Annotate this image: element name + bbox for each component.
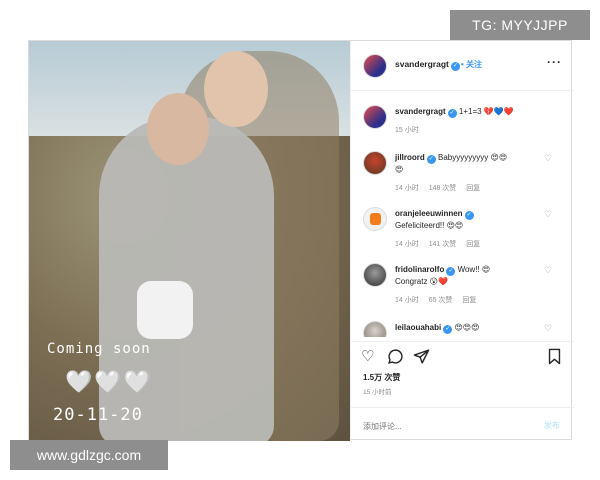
add-comment-bar: 发布 xyxy=(351,407,574,441)
comment-text: 😍😍😍 xyxy=(454,323,480,332)
comment-meta: 15 小时 xyxy=(395,125,427,135)
comment-text-line2: 😍 xyxy=(395,165,404,174)
comment-text-line2: Congratz 😮❤️ xyxy=(395,277,448,286)
comment-reply-button[interactable]: 回复 xyxy=(466,241,480,248)
comment-username[interactable]: oranjeleeuwinnen xyxy=(395,209,463,218)
photo-baby-shoes xyxy=(137,281,193,339)
post-actions-bar: ♡ xyxy=(351,341,574,371)
comment-avatar[interactable] xyxy=(363,263,387,287)
comment-body: fridolinarolfo ✓ Wow!! 😍 xyxy=(395,265,490,276)
comment-username[interactable]: jillroord xyxy=(395,153,425,162)
comment-heart-icon[interactable]: ♡ xyxy=(544,209,552,220)
comment-likes[interactable]: 65 次赞 xyxy=(429,297,453,304)
post-photo[interactable]: Coming soon 🤍🤍🤍 20-11-20 xyxy=(29,41,350,441)
comment-heart-icon[interactable]: ♡ xyxy=(544,323,552,334)
heart-icon[interactable]: ♡ xyxy=(361,348,374,366)
comment-meta: 14 小时 148 次赞 回复 xyxy=(395,183,488,193)
comment-body: jillroord ✓ Babyyyyyyyyy 😍😍 xyxy=(395,153,507,164)
watermark-bottom: www.gdlzgc.com xyxy=(10,440,168,470)
instagram-post: Coming soon 🤍🤍🤍 20-11-20 svandergragt ✓ •… xyxy=(28,40,574,441)
post-side-panel: svandergragt ✓ • 关注 ··· svandergragt ✓ 1+1… xyxy=(350,41,574,441)
comment-likes[interactable]: 148 次赞 xyxy=(429,185,457,192)
comment-icon[interactable] xyxy=(387,348,404,370)
comment-meta: 14 小时 65 次赞 回复 xyxy=(395,295,484,305)
photo-date: 20-11-20 xyxy=(53,405,143,425)
comment-reply-button[interactable]: 回复 xyxy=(462,297,476,304)
add-comment-input[interactable] xyxy=(363,419,523,433)
comment-username[interactable]: svandergragt xyxy=(395,107,446,116)
post-time: 15 小时前 xyxy=(363,389,392,396)
comment-heart-icon[interactable]: ♡ xyxy=(544,265,552,276)
comment-heart-icon[interactable]: ♡ xyxy=(544,153,552,164)
comment-time: 14 小时 xyxy=(395,241,419,248)
follow-separator: • xyxy=(461,60,464,69)
verified-badge-icon: ✓ xyxy=(443,325,453,334)
verified-badge-icon: ✓ xyxy=(447,109,457,118)
photo-head-left xyxy=(147,93,209,165)
comment-avatar[interactable] xyxy=(363,105,387,129)
follow-label[interactable]: 关注 xyxy=(466,60,482,69)
share-icon[interactable] xyxy=(413,348,430,370)
photo-caption-coming-soon: Coming soon xyxy=(47,341,151,357)
verified-badge-icon: ✓ xyxy=(450,62,460,71)
follow-button[interactable]: • 关注 xyxy=(461,59,482,70)
comment-username[interactable]: fridolinarolfo xyxy=(395,265,444,274)
more-dots-icon[interactable]: ··· xyxy=(547,55,562,69)
comments-list: svandergragt ✓ 1+1=3 💔💙❤️ 15 小时 jillroord… xyxy=(351,93,574,337)
author-avatar[interactable] xyxy=(363,54,387,78)
comment-text: 1+1=3 💔💙❤️ xyxy=(458,107,514,116)
photo-head-right xyxy=(204,51,268,127)
author-username[interactable]: svandergragt ✓ xyxy=(395,59,460,71)
photo-hearts: 🤍🤍🤍 xyxy=(65,369,154,394)
comment-meta: 14 小时 141 次赞 回复 xyxy=(395,239,488,249)
comment-username[interactable]: leilaouahabi xyxy=(395,323,441,332)
comment-time: 14 小时 xyxy=(395,185,419,192)
comment-reply-button[interactable]: 回复 xyxy=(466,185,480,192)
verified-badge-icon: ✓ xyxy=(464,211,474,220)
bookmark-icon[interactable] xyxy=(547,348,562,370)
post-comment-button[interactable]: 发布 xyxy=(544,420,560,431)
comment-avatar[interactable] xyxy=(363,207,387,231)
watermark-top: TG: MYYJJPP xyxy=(450,10,590,40)
comment-body: oranjeleeuwinnen ✓ xyxy=(395,209,474,220)
comment-avatar[interactable] xyxy=(363,321,387,337)
comment-text: Gefeliciteerd!! 😍😍 xyxy=(395,221,464,230)
likes-count[interactable]: 1.5万 次赞 xyxy=(363,372,400,383)
comment-body: leilaouahabi ✓ 😍😍😍 xyxy=(395,323,480,334)
comment-likes[interactable]: 141 次赞 xyxy=(429,241,457,248)
comment-text: Babyyyyyyyyy 😍😍 xyxy=(438,153,508,162)
comment-time: 14 小时 xyxy=(395,297,419,304)
author-username-text[interactable]: svandergragt xyxy=(395,59,449,69)
post-header: svandergragt ✓ • 关注 ··· xyxy=(351,41,574,91)
comment-text: Wow!! 😍 xyxy=(457,265,491,274)
comment-time: 15 小时 xyxy=(395,127,419,134)
comment-avatar[interactable] xyxy=(363,151,387,175)
verified-badge-icon: ✓ xyxy=(446,267,456,276)
verified-badge-icon: ✓ xyxy=(426,155,436,164)
comment-body: svandergragt ✓ 1+1=3 💔💙❤️ xyxy=(395,107,514,118)
